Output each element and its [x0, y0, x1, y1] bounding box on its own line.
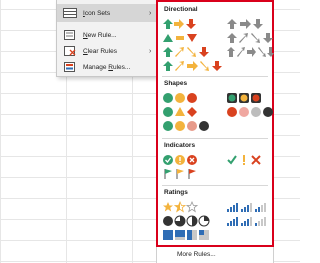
- icon-set-5-boxes[interactable]: [162, 229, 214, 241]
- icon-set-5-arrows-colored[interactable]: [162, 60, 222, 72]
- icon-set-4-arrows-colored[interactable]: [162, 46, 210, 58]
- icon-set-5-quarters[interactable]: [162, 215, 222, 227]
- section-divider: [162, 138, 268, 139]
- section-title-ratings: Ratings: [164, 189, 188, 196]
- icon-set-4-arrows-gray[interactable]: [226, 32, 274, 44]
- conditional-formatting-menu: Icon Sets › New Rule... Clear Rules › Ma…: [56, 0, 158, 77]
- icon-set-5-arrows-gray[interactable]: [226, 46, 274, 58]
- icon-set-3-signs[interactable]: [162, 106, 202, 118]
- manage-rules-icon: [63, 62, 77, 72]
- icon-set-3-symbols-uncircled[interactable]: [226, 154, 266, 166]
- menu-item-manage-rules[interactable]: Manage Rules...: [57, 58, 157, 76]
- clear-rules-icon: [63, 46, 77, 56]
- icon-sets-gallery: Directional Shapes Indicators Ratings: [156, 0, 274, 247]
- menu-item-label: Manage Rules...: [83, 63, 131, 71]
- icon-set-3-flags[interactable]: [162, 168, 202, 180]
- icon-set-3-arrows-gray[interactable]: [226, 18, 270, 30]
- menu-item-icon-sets[interactable]: Icon Sets ›: [57, 4, 157, 22]
- icon-set-3-traffic-lights-unrimmed[interactable]: [162, 92, 202, 104]
- icon-set-3-stars[interactable]: [162, 201, 202, 213]
- section-divider: [162, 76, 268, 77]
- menu-item-label: New Rule...: [83, 31, 117, 39]
- icon-set-3-arrows-colored[interactable]: [162, 18, 206, 30]
- new-rule-icon: [63, 30, 77, 40]
- section-title-directional: Directional: [164, 6, 198, 13]
- icon-set-4-traffic-lights[interactable]: [162, 120, 214, 132]
- icon-set-red-to-black[interactable]: [226, 106, 278, 118]
- menu-item-label: Clear Rules: [83, 47, 117, 55]
- icon-set-3-triangles[interactable]: [162, 32, 206, 44]
- icon-set-3-traffic-lights-rimmed[interactable]: [226, 92, 266, 104]
- icon-set-5-ratings[interactable]: [226, 215, 270, 227]
- more-rules-menu-item[interactable]: More Rules...: [156, 247, 274, 263]
- section-title-shapes: Shapes: [164, 80, 188, 87]
- icon-set-3-symbols-circled[interactable]: [162, 154, 202, 166]
- icon-set-4-ratings[interactable]: [226, 201, 270, 213]
- section-divider: [162, 185, 268, 186]
- section-title-indicators: Indicators: [164, 142, 196, 149]
- icon-sets-icon: [63, 8, 77, 18]
- menu-item-label: Icon Sets: [83, 9, 111, 17]
- more-rules-label: More Rules...: [177, 251, 216, 258]
